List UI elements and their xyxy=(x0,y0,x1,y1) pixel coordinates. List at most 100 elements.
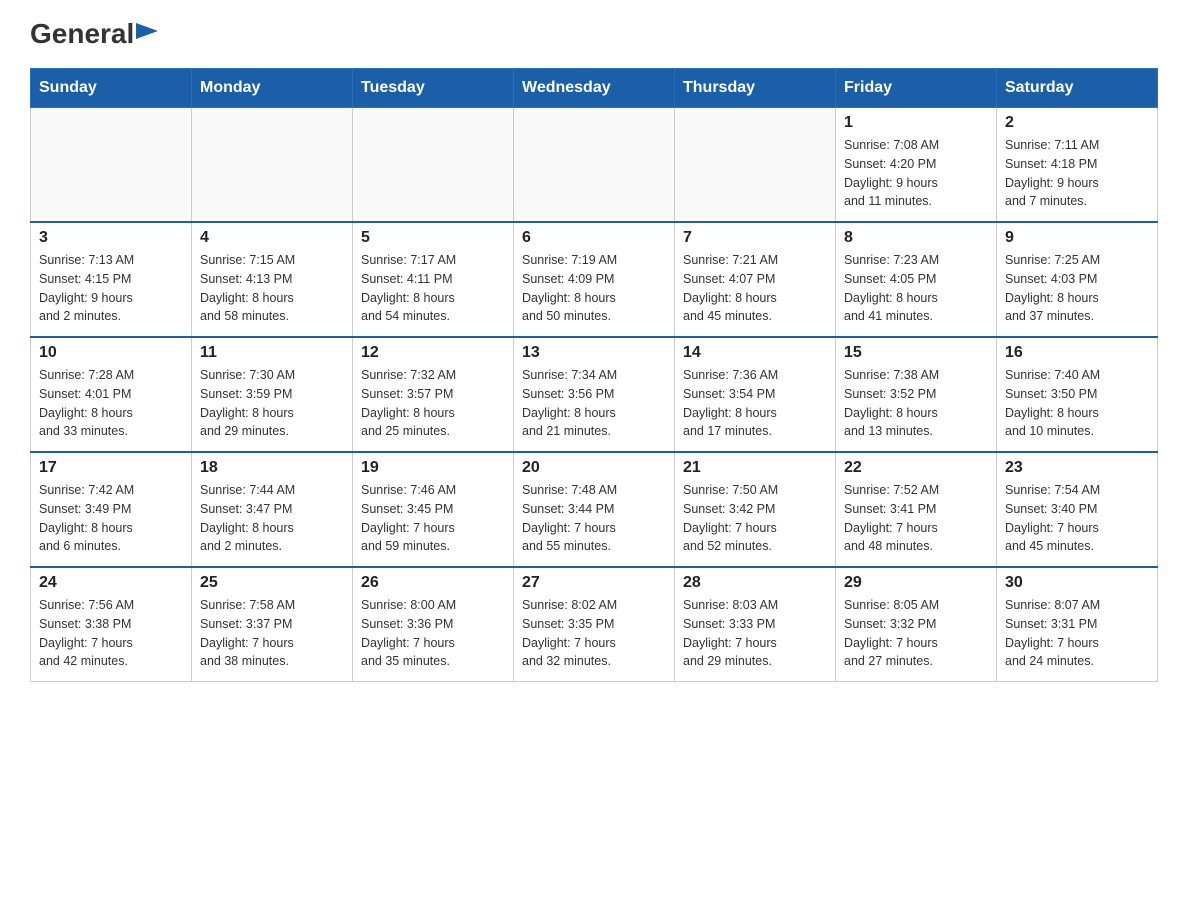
weekday-header-tuesday: Tuesday xyxy=(353,69,514,108)
day-number: 15 xyxy=(844,344,988,362)
calendar-cell: 17Sunrise: 7:42 AMSunset: 3:49 PMDayligh… xyxy=(31,452,192,567)
day-number: 28 xyxy=(683,574,827,592)
calendar-cell: 15 Sunrise: 7:38 AMSunset: 3:52 PMDayligh… xyxy=(836,337,997,452)
day-info: Sunrise: 7:54 AMSunset: 3:40 PMDaylight:… xyxy=(1005,481,1149,556)
calendar-cell: 4 Sunrise: 7:15 AMSunset: 4:13 PMDaylight… xyxy=(192,222,353,337)
calendar-cell: 26 Sunrise: 8:00 AMSunset: 3:36 PMDayligh… xyxy=(353,567,514,682)
day-number: 1 xyxy=(844,114,988,132)
calendar-cell: 12 Sunrise: 7:32 AMSunset: 3:57 PMDayligh… xyxy=(353,337,514,452)
calendar-cell: 18 Sunrise: 7:44 AMSunset: 3:47 PMDayligh… xyxy=(192,452,353,567)
day-number: 20 xyxy=(522,459,666,477)
day-info: Sunrise: 7:25 AMSunset: 4:03 PMDaylight:… xyxy=(1005,251,1149,326)
calendar-cell: 19 Sunrise: 7:46 AMSunset: 3:45 PMDayligh… xyxy=(353,452,514,567)
calendar-cell: 30 Sunrise: 8:07 AMSunset: 3:31 PMDayligh… xyxy=(997,567,1158,682)
logo-text: General xyxy=(30,20,134,48)
calendar-week-row: 10Sunrise: 7:28 AMSunset: 4:01 PMDayligh… xyxy=(31,337,1158,452)
calendar-cell: 27 Sunrise: 8:02 AMSunset: 3:35 PMDayligh… xyxy=(514,567,675,682)
day-number: 22 xyxy=(844,459,988,477)
day-number: 12 xyxy=(361,344,505,362)
day-number: 16 xyxy=(1005,344,1149,362)
day-info: Sunrise: 7:36 AMSunset: 3:54 PMDaylight:… xyxy=(683,366,827,441)
day-number: 26 xyxy=(361,574,505,592)
day-number: 6 xyxy=(522,229,666,247)
calendar-cell: 1 Sunrise: 7:08 AMSunset: 4:20 PMDaylight… xyxy=(836,108,997,223)
day-number: 8 xyxy=(844,229,988,247)
day-info: Sunrise: 7:15 AMSunset: 4:13 PMDaylight:… xyxy=(200,251,344,326)
calendar-cell: 9 Sunrise: 7:25 AMSunset: 4:03 PMDaylight… xyxy=(997,222,1158,337)
day-number: 3 xyxy=(39,229,183,247)
day-info: Sunrise: 8:05 AMSunset: 3:32 PMDaylight:… xyxy=(844,596,988,671)
day-number: 10 xyxy=(39,344,183,362)
weekday-header-saturday: Saturday xyxy=(997,69,1158,108)
page-header: General xyxy=(30,20,1158,48)
day-info: Sunrise: 7:46 AMSunset: 3:45 PMDaylight:… xyxy=(361,481,505,556)
day-number: 9 xyxy=(1005,229,1149,247)
day-number: 27 xyxy=(522,574,666,592)
day-number: 7 xyxy=(683,229,827,247)
day-info: Sunrise: 7:21 AMSunset: 4:07 PMDaylight:… xyxy=(683,251,827,326)
weekday-header-sunday: Sunday xyxy=(31,69,192,108)
day-info: Sunrise: 8:07 AMSunset: 3:31 PMDaylight:… xyxy=(1005,596,1149,671)
calendar-cell: 13 Sunrise: 7:34 AMSunset: 3:56 PMDayligh… xyxy=(514,337,675,452)
day-info: Sunrise: 7:34 AMSunset: 3:56 PMDaylight:… xyxy=(522,366,666,441)
day-number: 19 xyxy=(361,459,505,477)
day-info: Sunrise: 7:11 AMSunset: 4:18 PMDaylight:… xyxy=(1005,136,1149,211)
calendar-cell: 24 Sunrise: 7:56 AMSunset: 3:38 PMDayligh… xyxy=(31,567,192,682)
day-number: 24 xyxy=(39,574,183,592)
logo-triangle-icon xyxy=(136,23,158,45)
day-number: 11 xyxy=(200,344,344,362)
calendar-cell xyxy=(353,108,514,223)
calendar-cell: 14Sunrise: 7:36 AMSunset: 3:54 PMDayligh… xyxy=(675,337,836,452)
day-info: Sunrise: 7:17 AMSunset: 4:11 PMDaylight:… xyxy=(361,251,505,326)
calendar-cell: 5Sunrise: 7:17 AMSunset: 4:11 PMDaylight… xyxy=(353,222,514,337)
day-info: Sunrise: 7:23 AMSunset: 4:05 PMDaylight:… xyxy=(844,251,988,326)
calendar-week-row: 24 Sunrise: 7:56 AMSunset: 3:38 PMDayligh… xyxy=(31,567,1158,682)
day-info: Sunrise: 7:38 AMSunset: 3:52 PMDaylight:… xyxy=(844,366,988,441)
calendar-cell: 28 Sunrise: 8:03 AMSunset: 3:33 PMDayligh… xyxy=(675,567,836,682)
day-info: Sunrise: 7:52 AMSunset: 3:41 PMDaylight:… xyxy=(844,481,988,556)
calendar-cell: 3Sunrise: 7:13 AMSunset: 4:15 PMDaylight… xyxy=(31,222,192,337)
day-info: Sunrise: 8:00 AMSunset: 3:36 PMDaylight:… xyxy=(361,596,505,671)
day-number: 30 xyxy=(1005,574,1149,592)
day-number: 17 xyxy=(39,459,183,477)
day-info: Sunrise: 8:03 AMSunset: 3:33 PMDaylight:… xyxy=(683,596,827,671)
weekday-header-monday: Monday xyxy=(192,69,353,108)
day-number: 4 xyxy=(200,229,344,247)
day-info: Sunrise: 7:50 AMSunset: 3:42 PMDaylight:… xyxy=(683,481,827,556)
day-number: 13 xyxy=(522,344,666,362)
calendar-cell: 16Sunrise: 7:40 AMSunset: 3:50 PMDayligh… xyxy=(997,337,1158,452)
calendar-cell: 2Sunrise: 7:11 AMSunset: 4:18 PMDaylight… xyxy=(997,108,1158,223)
calendar-cell: 29 Sunrise: 8:05 AMSunset: 3:32 PMDayligh… xyxy=(836,567,997,682)
calendar-cell: 21 Sunrise: 7:50 AMSunset: 3:42 PMDayligh… xyxy=(675,452,836,567)
day-info: Sunrise: 7:48 AMSunset: 3:44 PMDaylight:… xyxy=(522,481,666,556)
calendar-table: SundayMondayTuesdayWednesdayThursdayFrid… xyxy=(30,68,1158,682)
calendar-header-row: SundayMondayTuesdayWednesdayThursdayFrid… xyxy=(31,69,1158,108)
weekday-header-friday: Friday xyxy=(836,69,997,108)
day-info: Sunrise: 7:58 AMSunset: 3:37 PMDaylight:… xyxy=(200,596,344,671)
day-number: 21 xyxy=(683,459,827,477)
day-number: 25 xyxy=(200,574,344,592)
calendar-cell: 7 Sunrise: 7:21 AMSunset: 4:07 PMDaylight… xyxy=(675,222,836,337)
calendar-cell: 8 Sunrise: 7:23 AMSunset: 4:05 PMDaylight… xyxy=(836,222,997,337)
weekday-header-thursday: Thursday xyxy=(675,69,836,108)
day-info: Sunrise: 7:08 AMSunset: 4:20 PMDaylight:… xyxy=(844,136,988,211)
day-info: Sunrise: 8:02 AMSunset: 3:35 PMDaylight:… xyxy=(522,596,666,671)
calendar-week-row: 17Sunrise: 7:42 AMSunset: 3:49 PMDayligh… xyxy=(31,452,1158,567)
day-number: 29 xyxy=(844,574,988,592)
day-info: Sunrise: 7:56 AMSunset: 3:38 PMDaylight:… xyxy=(39,596,183,671)
day-info: Sunrise: 7:44 AMSunset: 3:47 PMDaylight:… xyxy=(200,481,344,556)
day-info: Sunrise: 7:19 AMSunset: 4:09 PMDaylight:… xyxy=(522,251,666,326)
calendar-cell: 20 Sunrise: 7:48 AMSunset: 3:44 PMDayligh… xyxy=(514,452,675,567)
calendar-cell: 25 Sunrise: 7:58 AMSunset: 3:37 PMDayligh… xyxy=(192,567,353,682)
calendar-cell: 23 Sunrise: 7:54 AMSunset: 3:40 PMDayligh… xyxy=(997,452,1158,567)
calendar-week-row: 1 Sunrise: 7:08 AMSunset: 4:20 PMDaylight… xyxy=(31,108,1158,223)
calendar-cell: 6 Sunrise: 7:19 AMSunset: 4:09 PMDaylight… xyxy=(514,222,675,337)
calendar-cell xyxy=(675,108,836,223)
calendar-cell: 10Sunrise: 7:28 AMSunset: 4:01 PMDayligh… xyxy=(31,337,192,452)
day-info: Sunrise: 7:32 AMSunset: 3:57 PMDaylight:… xyxy=(361,366,505,441)
calendar-cell xyxy=(192,108,353,223)
day-number: 18 xyxy=(200,459,344,477)
calendar-cell: 22 Sunrise: 7:52 AMSunset: 3:41 PMDayligh… xyxy=(836,452,997,567)
logo: General xyxy=(30,20,158,48)
day-number: 23 xyxy=(1005,459,1149,477)
